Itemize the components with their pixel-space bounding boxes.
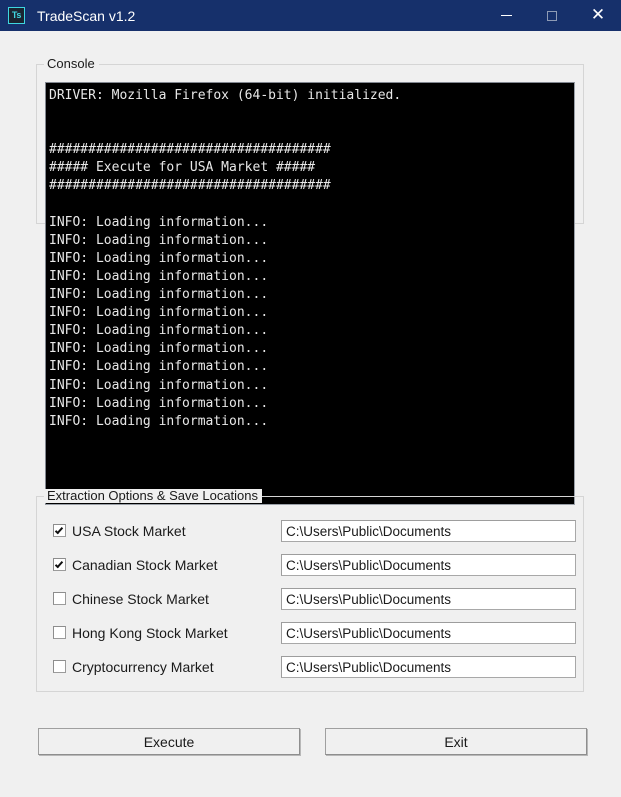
extraction-option-row: Cryptocurrency Market <box>0 656 621 678</box>
close-button[interactable]: ✕ <box>575 0 621 31</box>
execute-button[interactable]: Execute <box>38 728 300 755</box>
maximize-icon <box>547 10 557 21</box>
extraction-option-row: Canadian Stock Market <box>0 554 621 576</box>
save-location-input[interactable] <box>281 520 576 542</box>
window-client-area: Console DRIVER: Mozilla Firefox (64-bit)… <box>0 31 621 797</box>
window-title: TradeScan v1.2 <box>37 7 136 24</box>
market-label: USA Stock Market <box>72 523 186 539</box>
close-icon: ✕ <box>590 5 606 24</box>
market-checkbox[interactable] <box>53 524 66 537</box>
extraction-option-row: USA Stock Market <box>0 520 621 542</box>
market-label: Canadian Stock Market <box>72 557 218 573</box>
market-label: Hong Kong Stock Market <box>72 625 228 641</box>
maximize-button[interactable] <box>529 0 575 31</box>
minimize-button[interactable] <box>483 0 529 31</box>
market-checkbox[interactable] <box>53 660 66 673</box>
extraction-option-row: Chinese Stock Market <box>0 588 621 610</box>
market-checkbox[interactable] <box>53 626 66 639</box>
extraction-options-label: Extraction Options & Save Locations <box>44 489 263 503</box>
minimize-icon <box>500 15 512 16</box>
window-controls: ✕ <box>483 0 621 31</box>
save-location-input[interactable] <box>281 554 576 576</box>
market-checkbox[interactable] <box>53 558 66 571</box>
save-location-input[interactable] <box>281 656 576 678</box>
exit-button[interactable]: Exit <box>325 728 587 755</box>
save-location-input[interactable] <box>281 588 576 610</box>
console-output-panel[interactable]: DRIVER: Mozilla Firefox (64-bit) initial… <box>45 82 575 505</box>
market-label: Chinese Stock Market <box>72 591 209 607</box>
extraction-option-row: Hong Kong Stock Market <box>0 622 621 644</box>
save-location-input[interactable] <box>281 622 576 644</box>
window-titlebar: Ts TradeScan v1.2 ✕ <box>0 0 621 31</box>
console-groupbox-label: Console <box>44 57 99 71</box>
market-checkbox[interactable] <box>53 592 66 605</box>
console-output-text: DRIVER: Mozilla Firefox (64-bit) initial… <box>49 88 402 429</box>
market-label: Cryptocurrency Market <box>72 659 214 675</box>
tradescan-app-icon: Ts <box>8 7 25 24</box>
